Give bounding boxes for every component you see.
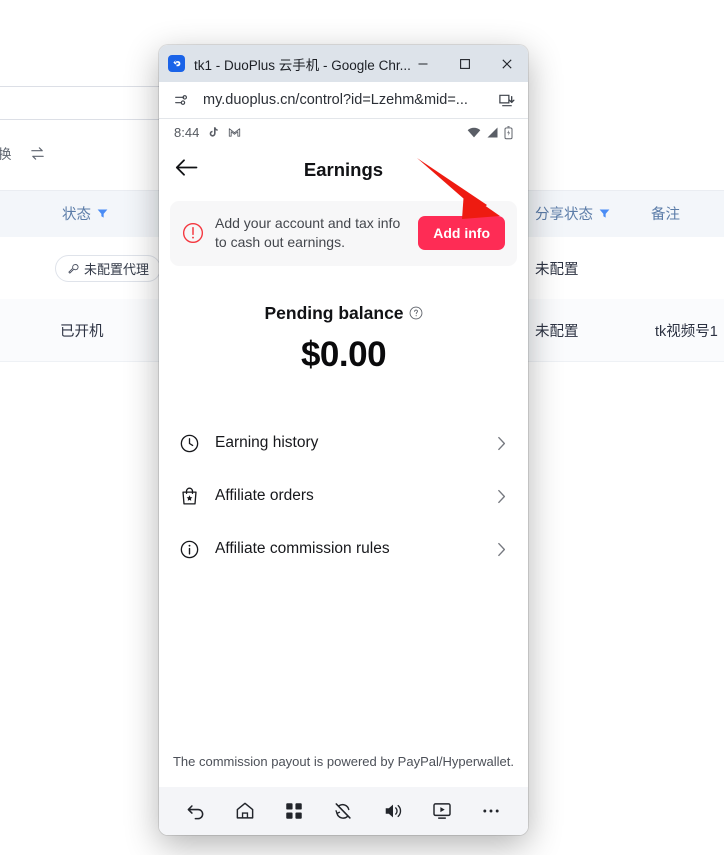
earnings-menu-list: Earning history Affiliate orders Affilia…	[159, 417, 528, 576]
battery-icon	[504, 125, 513, 139]
more-icon[interactable]	[474, 794, 508, 828]
duoplus-logo-icon	[168, 55, 185, 72]
menu-item-label: Affiliate commission rules	[215, 540, 390, 558]
recent-apps-icon[interactable]	[277, 794, 311, 828]
cloud-phone-screen[interactable]: 8:44 Earnings Add your account and tax i…	[159, 119, 528, 835]
page-title: Earnings	[303, 158, 384, 180]
chevron-right-icon	[498, 436, 506, 450]
tiktok-icon	[209, 127, 219, 137]
clock-icon	[180, 434, 199, 452]
column-label: 状态	[62, 207, 91, 223]
pending-balance-amount: $0.00	[300, 334, 387, 374]
phone-control-navbar	[159, 787, 528, 835]
column-label: 分享状态	[535, 207, 593, 223]
column-header-note: 备注	[651, 203, 680, 224]
proxy-status-badge[interactable]: 未配置代理	[55, 255, 162, 282]
site-settings-icon[interactable]	[169, 88, 193, 112]
signal-icon	[487, 127, 498, 138]
minimize-button[interactable]	[402, 45, 444, 82]
cell-share-status: 未配置	[535, 258, 579, 279]
close-button[interactable]	[486, 45, 528, 82]
install-app-icon[interactable]	[494, 88, 518, 112]
window-titlebar[interactable]: tk1 - DuoPlus 云手机 - Google Chr...	[159, 45, 528, 82]
cell-text: 未配置	[535, 262, 579, 278]
chevron-right-icon	[498, 489, 506, 503]
menu-item-label: Affiliate orders	[215, 487, 314, 505]
window-controls	[402, 45, 528, 82]
browser-url-bar[interactable]: my.duoplus.cn/control?id=Lzehm&mid=...	[159, 82, 528, 119]
cell-share-status: 未配置	[535, 320, 579, 341]
warning-circle-icon	[182, 223, 204, 244]
toolbar-label: 版本转换	[0, 147, 12, 162]
rotation-lock-icon[interactable]	[326, 794, 360, 828]
statusbar-time: 8:44	[174, 125, 200, 140]
chevron-right-icon	[498, 542, 506, 556]
add-info-button[interactable]: Add info	[418, 216, 505, 251]
info-circle-icon	[180, 540, 199, 558]
pending-balance-label-group: Pending balance	[264, 303, 422, 324]
back-arrow-icon[interactable]	[175, 158, 198, 182]
menu-item-label: Earning history	[215, 434, 319, 452]
pending-balance-label: Pending balance	[264, 302, 404, 323]
wifi-icon	[467, 127, 481, 138]
pending-balance-section: Pending balance $0.00	[159, 303, 528, 375]
cast-screen-icon[interactable]	[425, 794, 459, 828]
gmail-icon	[229, 128, 241, 137]
toolbar-item-swap[interactable]	[30, 146, 45, 161]
cell-status: 已开机	[60, 320, 104, 341]
cell-text: 未配置	[535, 324, 579, 340]
payout-footnote: The commission payout is powered by PayP…	[172, 754, 515, 769]
phone-appbar: Earnings	[159, 146, 528, 193]
cell-text: 已开机	[60, 324, 104, 340]
column-label: 备注	[651, 207, 680, 223]
shopping-bag-star-icon	[182, 487, 197, 505]
filter-icon[interactable]	[598, 207, 611, 220]
menu-item-earning-history[interactable]: Earning history	[159, 417, 528, 470]
chrome-browser-window[interactable]: tk1 - DuoPlus 云手机 - Google Chr... my.duo…	[159, 45, 528, 835]
home-icon[interactable]	[228, 794, 262, 828]
filter-icon[interactable]	[96, 207, 109, 220]
column-header-share-status[interactable]: 分享状态	[535, 203, 611, 224]
column-header-status[interactable]: 状态	[62, 203, 109, 224]
alert-message: Add your account and tax info to cash ou…	[215, 215, 401, 251]
cell-text: tk视频号1	[655, 324, 718, 340]
url-text[interactable]: my.duoplus.cn/control?id=Lzehm&mid=...	[203, 92, 484, 108]
back-icon[interactable]	[179, 794, 213, 828]
maximize-button[interactable]	[444, 45, 486, 82]
wrench-icon	[68, 263, 79, 274]
menu-item-affiliate-commission-rules[interactable]: Affiliate commission rules	[159, 523, 528, 576]
volume-icon[interactable]	[376, 794, 410, 828]
phone-statusbar: 8:44	[159, 119, 528, 146]
menu-item-affiliate-orders[interactable]: Affiliate orders	[159, 470, 528, 523]
window-title: tk1 - DuoPlus 云手机 - Google Chr...	[194, 57, 411, 73]
cell-note: tk视频号1	[655, 320, 718, 341]
help-circle-icon[interactable]	[409, 306, 423, 320]
tax-info-alert-banner: Add your account and tax info to cash ou…	[170, 201, 517, 266]
toolbar-item-version-switch[interactable]: 版本转换	[0, 143, 12, 163]
proxy-badge-label: 未配置代理	[84, 262, 150, 277]
swap-icon	[30, 146, 44, 160]
